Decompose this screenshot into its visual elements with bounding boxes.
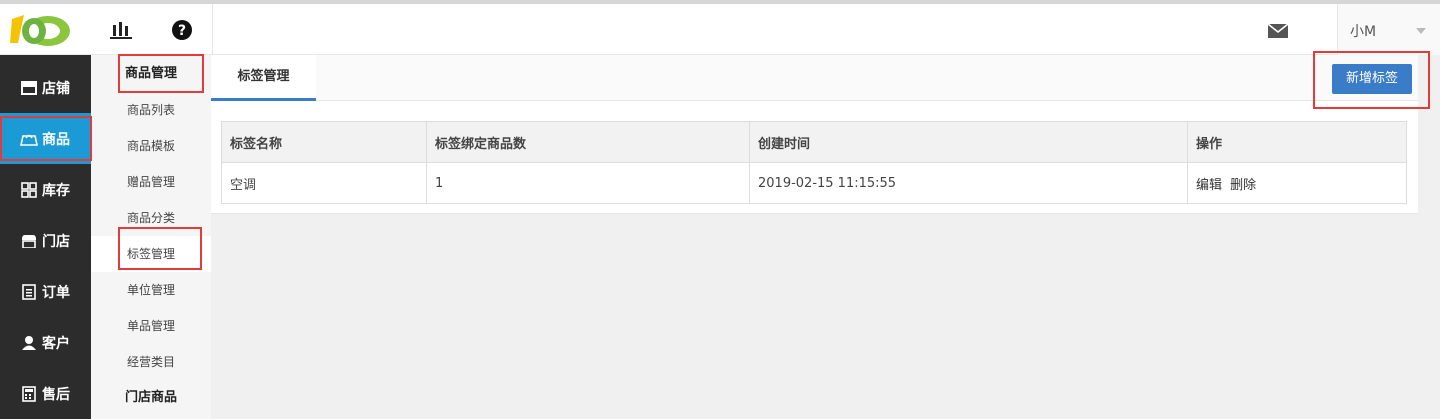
nav-label: 库存 bbox=[42, 182, 70, 199]
add-tag-button[interactable]: 新增标签 bbox=[1332, 64, 1412, 94]
nav-item-inventory[interactable]: 库存 bbox=[0, 164, 91, 215]
goods-icon bbox=[20, 131, 38, 147]
tab-bar: 标签管理 新增标签 bbox=[211, 55, 1418, 101]
nav-item-goods[interactable]: 商品 bbox=[0, 113, 91, 164]
nav-label: 商品 bbox=[42, 131, 70, 148]
subnav-heading-store-goods[interactable]: 门店商品 bbox=[91, 380, 211, 416]
nav-label: 店铺 bbox=[42, 80, 70, 97]
subnav-item-tags[interactable]: 标签管理 bbox=[91, 236, 211, 272]
subnav-item-business-category[interactable]: 经营类目 bbox=[91, 344, 211, 380]
svg-text:?: ? bbox=[178, 23, 186, 39]
order-icon bbox=[20, 283, 38, 300]
nav-item-store[interactable]: 店铺 bbox=[0, 62, 91, 113]
subnav-item-category[interactable]: 商品分类 bbox=[91, 200, 211, 236]
user-icon bbox=[20, 335, 38, 351]
nav-item-customer[interactable]: 客户 bbox=[0, 317, 91, 368]
subnav-item-goods-list[interactable]: 商品列表 bbox=[91, 92, 211, 128]
mail-icon[interactable] bbox=[1264, 17, 1292, 45]
user-name: 小M bbox=[1350, 24, 1377, 40]
chevron-down-icon bbox=[1416, 28, 1426, 34]
delete-link[interactable]: 删除 bbox=[1230, 178, 1256, 193]
column-header: 标签名称 bbox=[221, 121, 427, 163]
store-icon bbox=[20, 80, 38, 96]
tag-count-cell: 1 bbox=[426, 162, 750, 204]
table-header-row: 标签名称 标签绑定商品数 创建时间 操作 bbox=[221, 121, 1407, 163]
logo-100-icon[interactable] bbox=[4, 9, 74, 49]
table-panel: 标签名称 标签绑定商品数 创建时间 操作 空调 1 2019-02-15 11:… bbox=[211, 101, 1418, 214]
nav-item-order[interactable]: 订单 bbox=[0, 266, 91, 317]
column-header: 创建时间 bbox=[749, 121, 1188, 163]
subnav-item-goods-template[interactable]: 商品模板 bbox=[91, 128, 211, 164]
created-time-cell: 2019-02-15 11:15:55 bbox=[749, 162, 1188, 204]
edit-link[interactable]: 编辑 bbox=[1196, 178, 1222, 193]
subnav-item-gift[interactable]: 赠品管理 bbox=[91, 164, 211, 200]
column-header: 标签绑定商品数 bbox=[426, 121, 750, 163]
nav-label: 订单 bbox=[42, 284, 70, 301]
help-circle-icon[interactable]: ? bbox=[162, 10, 202, 50]
main-content: 标签管理 新增标签 标签名称 标签绑定商品数 创建时间 操作 空调 1 2019… bbox=[211, 55, 1440, 419]
subnav-item-sku[interactable]: 单品管理 bbox=[91, 308, 211, 344]
aftersale-icon bbox=[20, 385, 38, 402]
grid-icon bbox=[20, 181, 38, 198]
sub-nav: 商品管理 商品列表 商品模板 赠品管理 商品分类 标签管理 单位管理 单品管理 … bbox=[91, 55, 211, 419]
nav-item-aftersale[interactable]: 售后 bbox=[0, 368, 91, 419]
column-header: 操作 bbox=[1187, 121, 1407, 163]
subnav-heading[interactable]: 商品管理 bbox=[91, 56, 211, 92]
shop-icon bbox=[20, 233, 38, 249]
nav-item-shop[interactable]: 门店 bbox=[0, 215, 91, 266]
main-nav: 店铺 商品 库存 门店 订单 客户 售后 bbox=[0, 55, 91, 419]
nav-label: 售后 bbox=[42, 386, 70, 403]
actions-cell: 编辑 删除 bbox=[1187, 162, 1407, 204]
nav-label: 客户 bbox=[42, 335, 70, 352]
tag-table: 标签名称 标签绑定商品数 创建时间 操作 空调 1 2019-02-15 11:… bbox=[221, 121, 1407, 204]
tab-tag-management[interactable]: 标签管理 bbox=[211, 55, 316, 101]
tag-name-cell: 空调 bbox=[221, 162, 427, 204]
table-row: 空调 1 2019-02-15 11:15:55 编辑 删除 bbox=[221, 162, 1407, 204]
top-divider bbox=[212, 4, 213, 55]
user-menu[interactable]: 小M bbox=[1337, 4, 1440, 55]
nav-label: 门店 bbox=[42, 233, 70, 250]
top-bar: ? 小M bbox=[0, 0, 1440, 55]
subnav-item-units[interactable]: 单位管理 bbox=[91, 272, 211, 308]
bar-chart-icon[interactable] bbox=[101, 10, 141, 50]
